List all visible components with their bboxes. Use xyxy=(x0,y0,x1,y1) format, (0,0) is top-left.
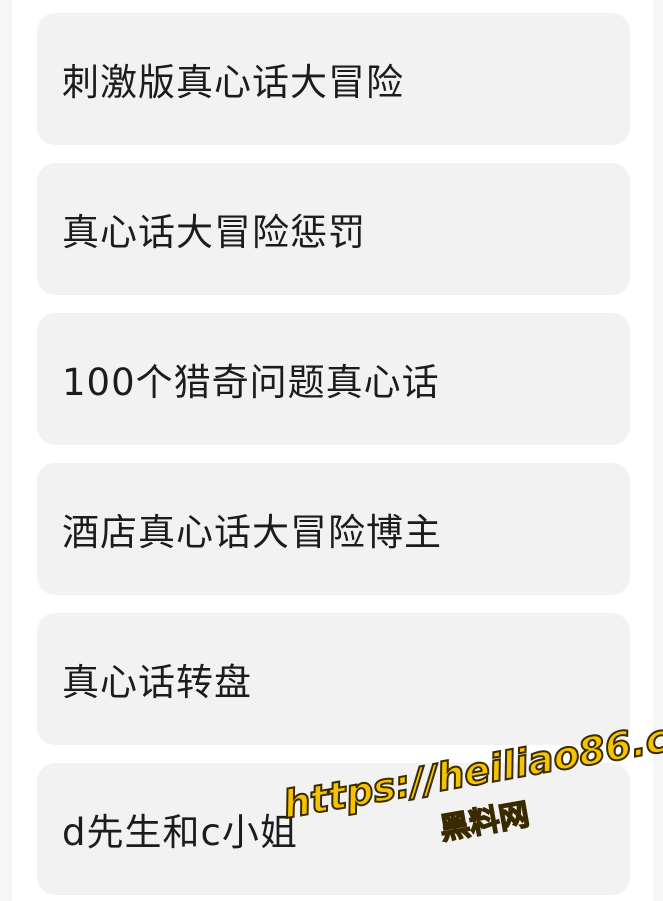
page: 刺激版真心话大冒险 真心话大冒险惩罚 100个猎奇问题真心话 酒店真心话大冒险博… xyxy=(0,0,663,901)
list-item-label: d先生和c小姐 xyxy=(62,811,298,854)
list-item[interactable]: d先生和c小姐 xyxy=(37,763,630,895)
list-item-label: 真心话转盘 xyxy=(62,661,252,704)
list-item[interactable]: 酒店真心话大冒险博主 xyxy=(37,463,630,595)
list-item[interactable]: 刺激版真心话大冒险 xyxy=(37,13,630,145)
list-item-label: 刺激版真心话大冒险 xyxy=(62,61,404,104)
suggestion-list: 刺激版真心话大冒险 真心话大冒险惩罚 100个猎奇问题真心话 酒店真心话大冒险博… xyxy=(37,13,630,901)
list-item[interactable]: 100个猎奇问题真心话 xyxy=(37,313,630,445)
list-item[interactable]: 真心话转盘 xyxy=(37,613,630,745)
list-item[interactable]: 真心话大冒险惩罚 xyxy=(37,163,630,295)
list-item-label: 真心话大冒险惩罚 xyxy=(62,211,366,254)
list-item-label: 100个猎奇问题真心话 xyxy=(62,361,440,404)
list-item-label: 酒店真心话大冒险博主 xyxy=(62,511,442,554)
